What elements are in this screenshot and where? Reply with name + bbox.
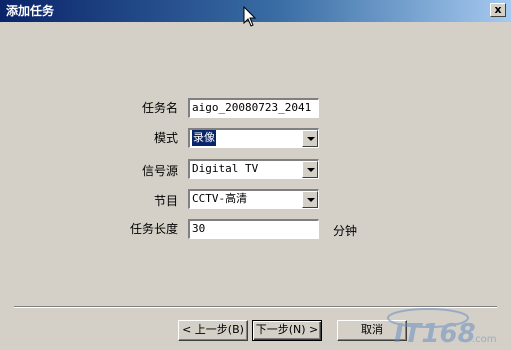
mouse-pointer-icon (243, 6, 257, 27)
duration-label: 任务长度 (129, 222, 178, 236)
task-name-value: aigo_20080723_2041 (192, 101, 312, 114)
signal-source-select[interactable]: Digital TV (188, 159, 319, 179)
duration-input[interactable]: 30 (188, 219, 319, 239)
close-button[interactable]: x (490, 3, 506, 17)
window-title: 添加任务 (6, 4, 55, 18)
duration-unit: 分钟 (333, 224, 358, 238)
program-label: 节目 (153, 194, 178, 208)
chevron-down-icon[interactable] (302, 161, 318, 178)
task-name-input[interactable]: aigo_20080723_2041 (188, 98, 319, 118)
mode-label: 模式 (153, 131, 178, 145)
next-button[interactable]: 下一步(N) > (252, 320, 322, 341)
watermark-suffix: .com (472, 334, 497, 345)
signal-source-value: Digital TV (192, 162, 259, 175)
task-name-label: 任务名 (141, 101, 178, 115)
back-button[interactable]: < 上一步(B) (178, 320, 248, 341)
chevron-down-icon[interactable] (302, 191, 318, 208)
program-value: CCTV-高清 (192, 192, 248, 205)
back-button-label: < 上一步(B) (182, 323, 244, 336)
add-task-dialog: 添加任务 x 任务名 aigo_20080723_2041 模式 录像 信号源 … (0, 0, 511, 350)
next-button-label: 下一步(N) > (255, 323, 319, 336)
watermark-text: IT168 (394, 319, 476, 348)
program-select[interactable]: CCTV-高清 (188, 189, 319, 209)
watermark-logo: IT168 .com (387, 308, 497, 348)
mode-value: 录像 (192, 130, 216, 146)
chevron-down-icon[interactable] (302, 130, 318, 147)
signal-source-label: 信号源 (141, 164, 178, 178)
mode-select[interactable]: 录像 (188, 128, 319, 148)
close-icon: x (494, 3, 502, 16)
duration-value: 30 (192, 222, 206, 235)
